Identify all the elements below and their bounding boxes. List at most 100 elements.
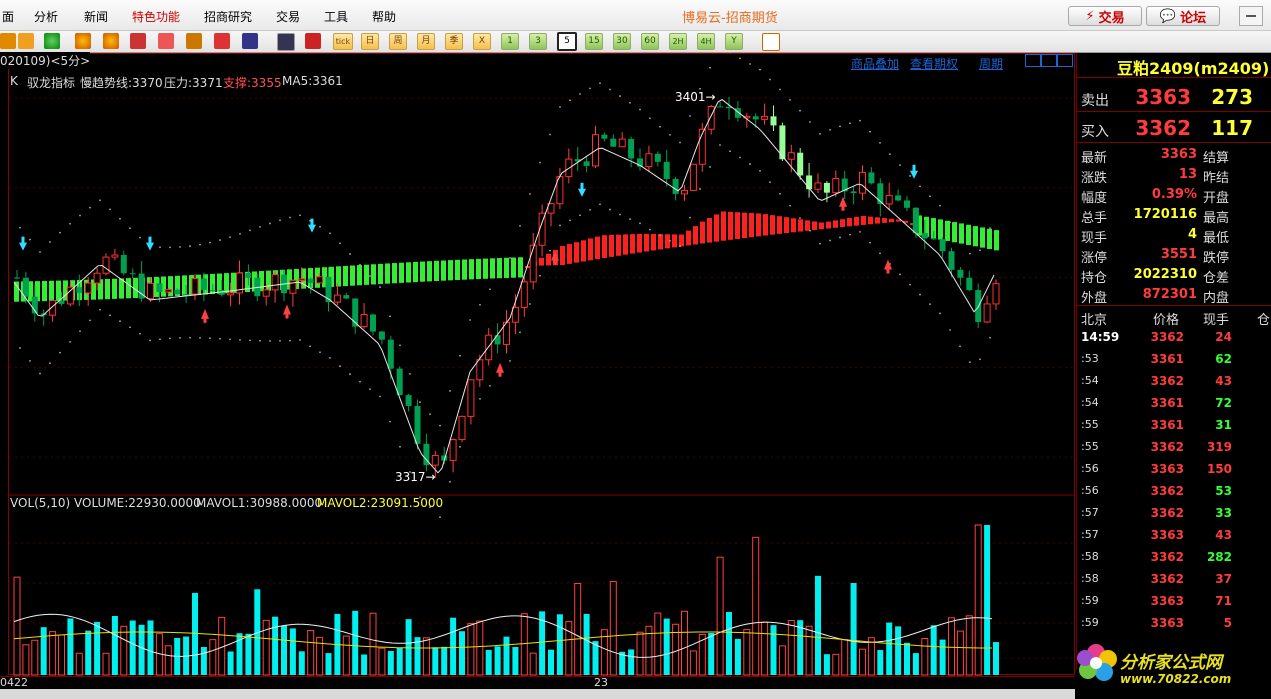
resistance-dot <box>29 238 31 241</box>
tick-time: :57 <box>1081 528 1099 541</box>
arrow-icon[interactable] <box>0 33 16 49</box>
quote-field-value: 3551 <box>1160 247 1197 262</box>
resistance-dot <box>819 132 821 135</box>
support-dot <box>209 337 211 340</box>
resistance-dot <box>279 219 281 222</box>
candle-body <box>770 116 777 126</box>
period-day-button[interactable]: 日 <box>361 33 379 50</box>
candle-body <box>601 134 608 139</box>
expand-icon[interactable] <box>1041 54 1057 67</box>
menu-item-research[interactable]: 招商研究 <box>204 8 252 25</box>
next-icon[interactable] <box>1057 54 1073 67</box>
trend-ribbon-bar <box>749 213 754 238</box>
period-5min-button[interactable]: 5 <box>557 32 577 51</box>
support-dot <box>759 169 761 172</box>
status-bar <box>0 689 1075 699</box>
trade-button[interactable]: ⚡ 交易 <box>1068 6 1142 26</box>
support-label: 支撑:3355 <box>223 76 282 90</box>
trend-ribbon-bar <box>49 280 54 301</box>
trend-ribbon-bar <box>434 260 439 282</box>
support-dot <box>929 303 931 306</box>
volume-bar <box>307 630 315 676</box>
shrink-icon[interactable] <box>1025 54 1041 67</box>
minimize-button[interactable] <box>1239 6 1263 26</box>
volume-bar <box>716 556 724 676</box>
zoom-out-icon[interactable] <box>103 33 119 49</box>
commodity-overlay-link[interactable]: 商品叠加 <box>851 55 899 72</box>
menu-item-features[interactable]: 特色功能 <box>132 8 180 25</box>
period-year-button[interactable]: Y <box>725 33 743 50</box>
tick-button[interactable]: tick <box>333 33 353 50</box>
candle-body <box>859 171 866 194</box>
view-options-link[interactable]: 查看期权 <box>910 55 958 72</box>
period-15min-button[interactable]: 15 <box>585 33 603 50</box>
resistance-dot <box>919 185 921 188</box>
menu-item-view[interactable]: 面 <box>2 8 14 25</box>
support-dot <box>709 166 711 168</box>
filter-icon[interactable] <box>214 33 230 49</box>
menu-item-trade[interactable]: 交易 <box>276 8 300 25</box>
support-dot <box>579 214 581 217</box>
candle-body <box>494 335 501 345</box>
period-week-button[interactable]: 周 <box>389 33 407 50</box>
period-link[interactable]: 周期 <box>979 55 1003 72</box>
candle-body <box>370 314 376 332</box>
ma5-label: MA5:3361 <box>282 74 343 88</box>
period-4h-button[interactable]: 4H <box>697 33 715 50</box>
support-dot <box>179 337 181 339</box>
zoom-in-icon[interactable] <box>75 33 91 49</box>
tick-volume: 72 <box>1215 396 1232 410</box>
trend-ribbon-bar <box>728 211 733 240</box>
trend-ribbon-bar <box>504 257 509 278</box>
volume-bar <box>974 524 982 676</box>
table-icon[interactable] <box>277 33 295 51</box>
period-quarter-button[interactable]: 季 <box>445 33 463 50</box>
support-dot <box>899 273 901 276</box>
period-x-button[interactable]: X <box>473 33 491 50</box>
candle-body <box>405 395 412 406</box>
candle-body <box>850 191 857 194</box>
menu-item-tools[interactable]: 工具 <box>324 8 348 25</box>
pen-icon[interactable] <box>158 33 174 49</box>
trade-icon: ⚡ <box>1085 8 1095 24</box>
resistance-dot <box>839 125 841 128</box>
cup-icon[interactable] <box>186 33 202 49</box>
resistance-dot <box>209 241 211 244</box>
chart-area[interactable]: 020109)<5分> 商品叠加 查看期权 周期 K 驭龙指标 慢趋势线:337… <box>0 52 1075 689</box>
period-month-button[interactable]: 月 <box>417 33 435 50</box>
calendar-icon[interactable] <box>762 33 780 51</box>
period-2h-button[interactable]: 2H <box>669 33 687 50</box>
resistance-dot <box>929 195 931 198</box>
open-icon[interactable] <box>18 33 34 49</box>
tick-volume: 71 <box>1215 594 1232 608</box>
tick-price: 3363 <box>1150 528 1184 542</box>
support-dot <box>549 249 551 252</box>
chart-frame <box>8 53 1075 675</box>
menu-item-analysis[interactable]: 分析 <box>34 8 58 25</box>
watermark-title: 分析家公式网 <box>1120 653 1222 673</box>
period-3min-button[interactable]: 3 <box>529 33 547 50</box>
menu-item-help[interactable]: 帮助 <box>372 8 396 25</box>
candle-body <box>111 254 119 258</box>
line-chart-icon[interactable] <box>305 33 321 49</box>
quote-field-label: 现手 <box>1081 231 1108 246</box>
volume-bar <box>209 639 217 676</box>
ticks-header-volume: 现手 <box>1203 313 1230 328</box>
candle-body <box>316 276 324 284</box>
menu-item-news[interactable]: 新闻 <box>84 8 108 25</box>
volume-bar <box>743 629 751 676</box>
volume-bar <box>262 619 270 676</box>
volume-bar <box>85 630 92 675</box>
period-30min-button[interactable]: 30 <box>613 33 631 50</box>
tick-time: :56 <box>1081 462 1099 475</box>
refresh-icon[interactable] <box>44 33 60 49</box>
copy-icon[interactable] <box>130 33 146 49</box>
star-icon[interactable] <box>242 33 258 49</box>
forum-button[interactable]: 💬 论坛 <box>1146 6 1220 26</box>
period-60min-button[interactable]: 60 <box>641 33 659 50</box>
resistance-dot <box>489 288 491 291</box>
period-1min-button[interactable]: 1 <box>501 33 519 50</box>
resistance-dot <box>569 99 571 102</box>
candle-body <box>307 278 314 283</box>
quote-field-right-label: 结算 <box>1203 151 1230 166</box>
